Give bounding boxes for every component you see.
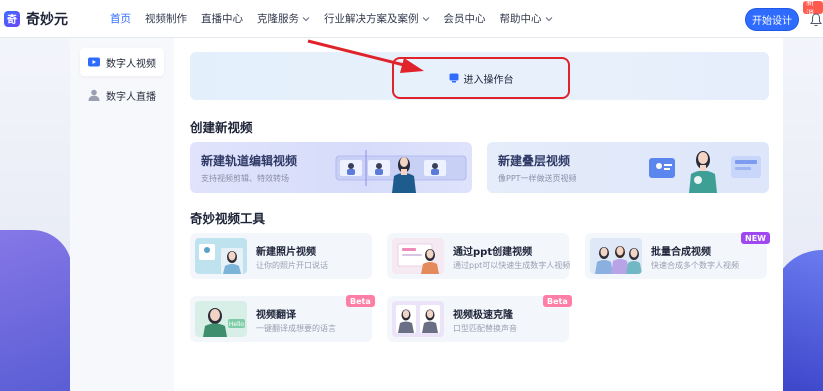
bell-icon[interactable]: [810, 13, 822, 27]
nav-item-label: 帮助中心: [499, 13, 542, 25]
nav-item-label: 视频制作: [145, 13, 187, 25]
video-translation-card[interactable]: Beta Hello 视频翻译 一键翻译成想要的语言: [190, 295, 375, 342]
new-badge: NEW: [741, 232, 770, 244]
nav-item-label: 直播中心: [201, 13, 243, 25]
card-subtitle: 快速合成多个数字人视频: [651, 261, 739, 270]
chevron-down-icon: [422, 16, 429, 21]
card-subtitle: 通过ppt可以快速生成数字人视频: [453, 261, 571, 270]
batch-video-thumbnail: [590, 238, 642, 274]
tools-section-title: 奇妙视频工具: [190, 211, 266, 226]
panel-sidebar: 数字人视频 数字人直播: [70, 38, 174, 391]
nav-item-label: 行业解决方案及案例: [324, 13, 419, 25]
card-title: 通过ppt创建视频: [453, 247, 533, 258]
photo-video-thumbnail: [195, 238, 247, 274]
nav-item-industry-solutions[interactable]: 行业解决方案及案例: [324, 11, 430, 26]
beta-badge: Beta: [543, 295, 572, 307]
nav-item-help-center[interactable]: 帮助中心: [500, 11, 553, 26]
nav-item-label: 会员中心: [443, 13, 486, 25]
card-subtitle: 像PPT一样做送页视频: [498, 174, 577, 183]
nav-menu: 首页 视频制作 直播中心 克隆服务 行业解决方案及案例 会员中心 帮助中心: [110, 11, 567, 26]
brand-name: 奇妙元: [26, 11, 68, 28]
video-fast-clone-card[interactable]: Beta 视频极速克隆 口型匹配替换声音: [387, 295, 572, 342]
track-editor-illustration: [335, 150, 467, 193]
card-title: 新建照片视频: [256, 247, 316, 258]
top-navigation-bar: 奇 奇妙元 首页 视频制作 直播中心 克隆服务 行业解决方案及案例 会员中心 帮…: [0, 0, 823, 38]
sidebar-item-digital-human-video[interactable]: 数字人视频: [80, 48, 164, 76]
sidebar-item-digital-human-live[interactable]: 数字人直播: [80, 81, 164, 109]
card-title: 新建叠层视频: [498, 154, 571, 168]
video-icon: [88, 57, 100, 67]
ppt-video-thumbnail: [392, 238, 444, 274]
batch-compose-video-card[interactable]: NEW 批量合成视频 快速合成多个数字人视频: [585, 232, 770, 279]
nav-item-home[interactable]: 首页: [110, 11, 131, 26]
ppt-to-video-card[interactable]: 通过ppt创建视频 通过ppt可以快速生成数字人视频: [387, 233, 571, 279]
chevron-down-icon: [302, 16, 310, 21]
start-design-button[interactable]: 开始设计: [745, 8, 799, 31]
nav-item-clone-service[interactable]: 克隆服务: [257, 11, 310, 26]
person-icon: [88, 89, 100, 101]
card-subtitle: 让你的照片开口说话: [256, 261, 328, 270]
enter-workbench-button[interactable]: 进入操作台: [392, 57, 570, 99]
card-title: 视频极速克隆: [453, 310, 513, 321]
video-translation-thumbnail: Hello: [195, 301, 247, 337]
card-subtitle: 一键翻译成想要的语言: [256, 324, 336, 333]
new-track-edit-video-card[interactable]: 新建轨道编辑视频 支持视频剪辑、特效转场: [190, 142, 472, 193]
sidebar-item-label: 数字人视频: [106, 58, 156, 70]
nav-item-video-production[interactable]: 视频制作: [145, 11, 187, 26]
card-title: 新建轨道编辑视频: [201, 154, 298, 168]
nav-item-label: 克隆服务: [257, 13, 299, 25]
nav-item-live-center[interactable]: 直播中心: [201, 11, 243, 26]
nav-item-member-center[interactable]: 会员中心: [444, 11, 486, 26]
nav-item-label: 首页: [110, 13, 131, 25]
enter-workbench-label: 进入操作台: [463, 74, 514, 86]
chevron-down-icon: [545, 16, 552, 21]
overlay-video-illustration: [649, 151, 761, 193]
card-subtitle: 口型匹配替换声音: [453, 324, 517, 333]
sidebar-item-label: 数字人直播: [106, 91, 156, 103]
beta-badge: Beta: [346, 295, 375, 307]
new-overlay-video-card[interactable]: 新建叠层视频 像PPT一样做送页视频: [487, 142, 769, 193]
background-decoration-left: [0, 230, 72, 391]
enter-workbench-content: 进入操作台: [449, 71, 514, 86]
workbench-icon: [449, 73, 458, 83]
new-photo-video-card[interactable]: 新建照片视频 让你的照片开口说话: [190, 233, 372, 279]
svg-text:Hello: Hello: [229, 321, 245, 328]
card-subtitle: 支持视频剪辑、特效转场: [201, 174, 289, 183]
card-title: 批量合成视频: [651, 247, 711, 258]
card-title: 视频翻译: [256, 310, 296, 321]
brand-logo[interactable]: 奇 奇妙元: [4, 9, 68, 29]
create-section-title: 创建新视频: [190, 120, 253, 135]
brand-logo-icon: 奇: [4, 10, 20, 27]
video-clone-thumbnail: [392, 301, 444, 337]
